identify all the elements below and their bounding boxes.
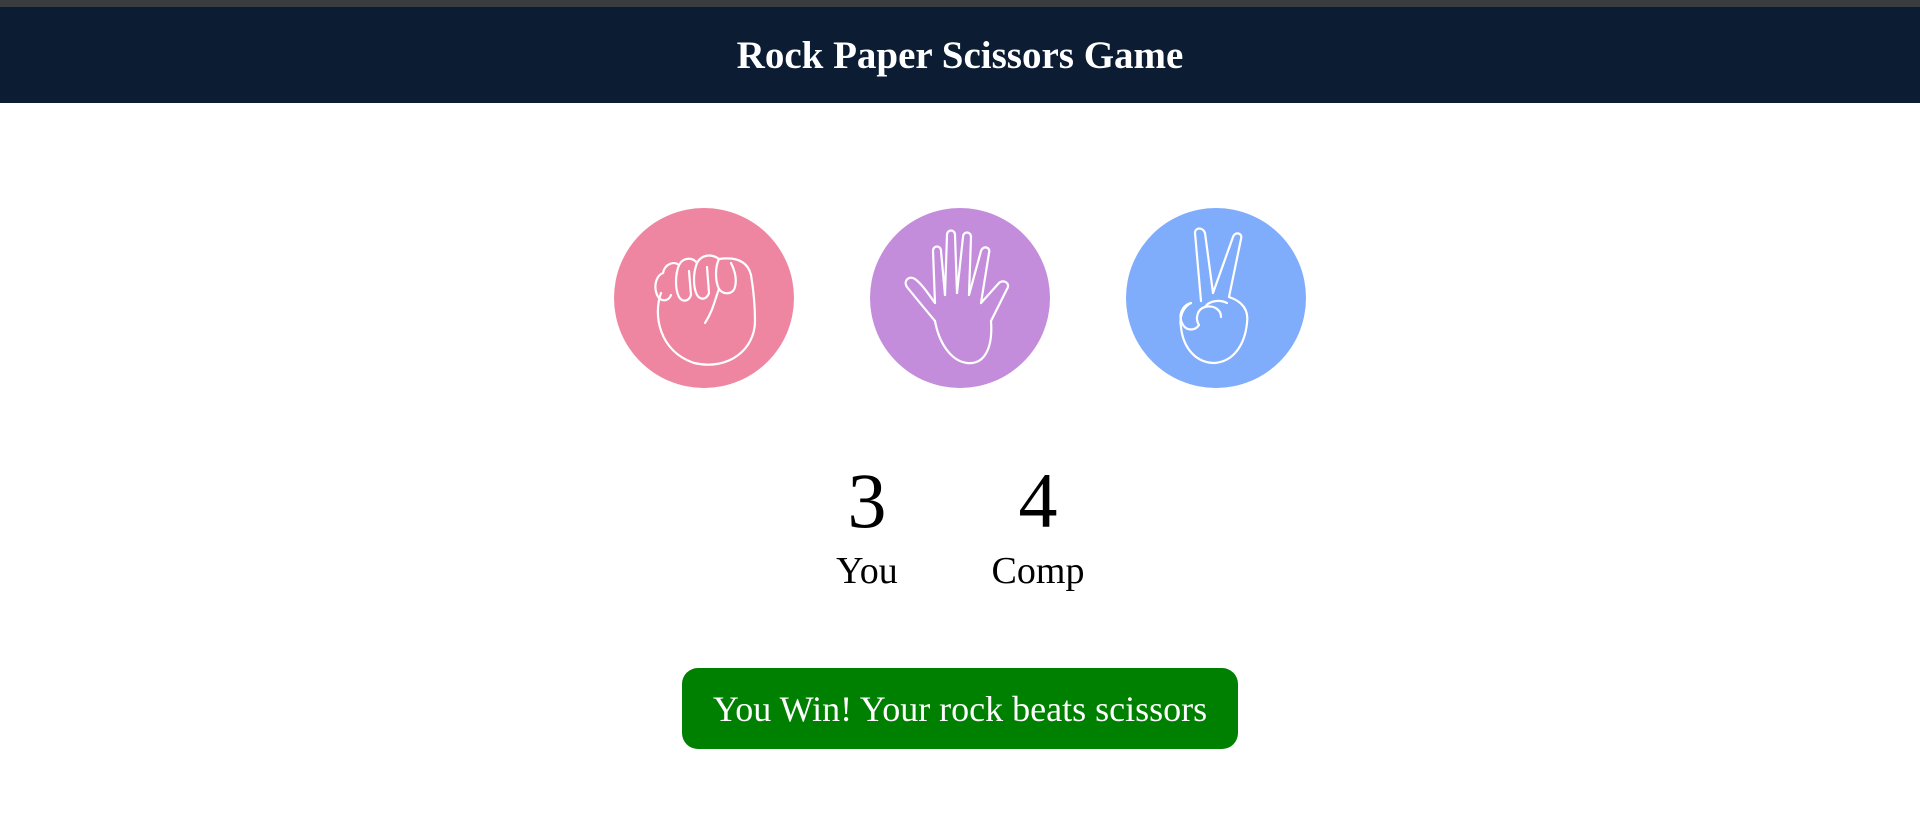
user-score-label: You — [836, 550, 898, 592]
result-message: You Win! Your rock beats scissors — [682, 668, 1238, 749]
rock-choice-button[interactable] — [614, 208, 794, 388]
user-score: 3 You — [797, 457, 937, 593]
computer-score-value: 4 — [1018, 457, 1058, 544]
page-title: Rock Paper Scissors Game — [736, 33, 1184, 77]
rock-fist-icon — [654, 254, 757, 366]
app-header: Rock Paper Scissors Game — [0, 7, 1920, 103]
browser-top-strip — [0, 0, 1920, 7]
computer-score-label: Comp — [991, 550, 1085, 592]
computer-score: 4 Comp — [968, 457, 1108, 593]
paper-choice-button[interactable] — [870, 208, 1050, 388]
paper-hand-icon — [904, 229, 1010, 365]
scissors-hand-icon — [1179, 227, 1249, 365]
scissors-choice-button[interactable] — [1126, 208, 1306, 388]
user-score-value: 3 — [847, 457, 887, 544]
